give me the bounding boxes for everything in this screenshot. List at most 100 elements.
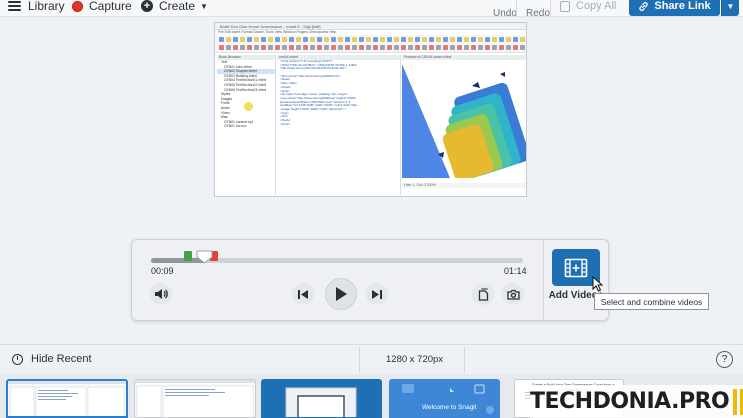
preview-tool-icon: [282, 37, 287, 42]
skip-forward-button[interactable]: [366, 283, 388, 305]
preview-tool-icon: [261, 45, 266, 50]
preview-tool-icon: [331, 37, 336, 42]
preview-tool-icon: [247, 37, 252, 42]
library-button[interactable]: Library: [8, 0, 65, 15]
preview-tool-icon: [324, 37, 329, 42]
preview-tool-icon: [303, 37, 308, 42]
preview-tool-icon: [408, 45, 413, 50]
capture-button[interactable]: Capture: [72, 0, 132, 15]
playhead-handle[interactable]: [196, 250, 213, 264]
preview-tool-icon: [359, 45, 364, 50]
preview-tool-icon: [422, 37, 427, 42]
create-button[interactable]: + Create ▼: [141, 0, 208, 15]
total-time: 01:14: [504, 266, 527, 276]
preview-tool-icon: [492, 37, 497, 42]
undo-button[interactable]: Undo: [493, 8, 517, 19]
recent-bar-divider: [359, 347, 360, 373]
preview-tool-icon: [366, 45, 371, 50]
preview-tool-icon: [478, 45, 483, 50]
preview-tool-icon: [520, 45, 525, 50]
preview-tool-icon: [478, 37, 483, 42]
share-link-button[interactable]: Share Link: [629, 0, 720, 16]
preview-tool-icon: [464, 37, 469, 42]
preview-tool-icon: [359, 37, 364, 42]
film-add-icon: [564, 258, 588, 277]
preview-tool-icon: [282, 45, 287, 50]
thumbnail-image: [262, 380, 381, 417]
camera-icon: [506, 289, 520, 300]
capture-dimensions: 1280 x 720px: [386, 354, 444, 365]
preview-tool-icon: [373, 45, 378, 50]
help-icon: ?: [721, 354, 728, 365]
preview-tool-icon: [401, 37, 406, 42]
share-options-dropdown[interactable]: ▼: [721, 0, 739, 16]
preview-tool-icon: [492, 45, 497, 50]
copy-all-label: Copy All: [576, 0, 617, 12]
preview-tool-icon: [513, 45, 518, 50]
recent-capture-thumbnail[interactable]: [134, 379, 256, 418]
preview-tool-icon: [387, 45, 392, 50]
trim-start-handle[interactable]: [184, 251, 193, 261]
preview-window-title: Build Your Own Home Screensaver - mod4.5…: [215, 23, 526, 30]
preview-tool-icon: [345, 45, 350, 50]
capture-preview[interactable]: Build Your Own Home Screensaver - mod4.5…: [214, 22, 527, 197]
chevron-down-icon: ▼: [726, 1, 735, 11]
preview-tool-icon: [408, 37, 413, 42]
preview-tool-icon: [247, 45, 252, 50]
preview-tool-icon: [240, 45, 245, 50]
save-frame-button[interactable]: [502, 283, 524, 305]
preview-tool-icon: [429, 45, 434, 50]
copy-frame-button[interactable]: [472, 283, 494, 305]
preview-tool-icon: [219, 37, 224, 42]
top-toolbar: Library Capture + Create ▼ Undo Redo Cop…: [0, 0, 743, 19]
preview-tool-icon: [499, 37, 504, 42]
welcome-text: Welcome to Snagit: [422, 404, 477, 411]
redo-button[interactable]: Redo: [526, 8, 550, 19]
preview-tool-icon: [436, 45, 441, 50]
play-button[interactable]: [325, 278, 357, 310]
create-label: Create: [159, 0, 196, 13]
plus-circle-icon: +: [141, 0, 153, 12]
recent-bar-divider: [464, 347, 465, 373]
recent-capture-thumbnail[interactable]: [6, 379, 128, 418]
file-item: CEN01 toc.ncx: [224, 124, 247, 129]
preview-tool-icon: [352, 37, 357, 42]
capture-label: Capture: [89, 0, 132, 13]
link-icon: [639, 1, 649, 11]
hide-recent-button[interactable]: Hide Recent: [12, 353, 92, 365]
preview-tool-icon: [415, 37, 420, 42]
watermark-logo: TECHDONIA.PRO: [530, 385, 743, 418]
preview-tool-icon: [261, 37, 266, 42]
preview-tool-icon: [401, 45, 406, 50]
preview-tool-icon: [457, 45, 462, 50]
preview-tool-icon: [338, 37, 343, 42]
preview-tool-icon: [506, 37, 511, 42]
code-lines: <?xml version="1.0" encoding="utf-8"?> <…: [277, 60, 400, 126]
cursor-highlight: [244, 102, 253, 111]
recent-capture-thumbnail[interactable]: [261, 379, 382, 418]
preview-tool-icon: [233, 37, 238, 42]
preview-tool-icon: [254, 45, 259, 50]
preview-tool-icon: [345, 37, 350, 42]
preview-tool-icon: [373, 37, 378, 42]
watermark-text: TECHDONIA.PRO: [530, 389, 730, 414]
preview-tool-icon: [443, 45, 448, 50]
preview-tool-icon: [394, 37, 399, 42]
help-button[interactable]: ?: [716, 351, 733, 368]
toolbar-divider: [516, 0, 517, 16]
recent-capture-thumbnail[interactable]: Welcome to Snagit: [389, 379, 500, 418]
preview-tool-icon: [485, 37, 490, 42]
preview-tool-icon: [513, 37, 518, 42]
preview-tool-icon: [380, 37, 385, 42]
preview-tool-icon: [394, 45, 399, 50]
volume-button[interactable]: [150, 283, 172, 305]
preview-tool-icon: [254, 37, 259, 42]
volume-icon: [155, 289, 168, 299]
copy-all-button[interactable]: Copy All: [560, 0, 616, 15]
share-link-label: Share Link: [654, 0, 711, 12]
mouse-cursor-icon: [592, 276, 603, 292]
preview-tool-icon: [303, 45, 308, 50]
clock-icon: [12, 353, 23, 365]
preview-tool-icon: [415, 45, 420, 50]
skip-back-button[interactable]: [292, 283, 314, 305]
